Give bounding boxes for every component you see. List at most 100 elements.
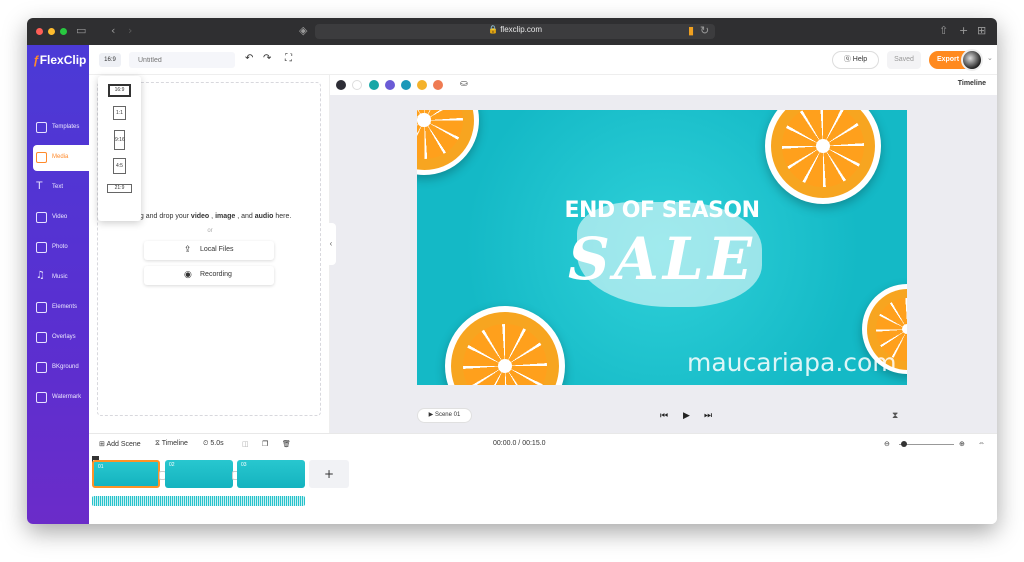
fullscreen-icon[interactable]: ⛶ <box>285 53 292 64</box>
recording-button[interactable]: ◉ Recording <box>144 266 274 285</box>
timeline-tab[interactable]: Timeline <box>958 80 986 87</box>
color-swatch[interactable] <box>417 80 427 90</box>
forward-icon[interactable]: › <box>128 24 132 37</box>
sidebar-item-bkground[interactable]: BKground <box>27 355 89 381</box>
add-scene-label: Add Scene <box>106 441 141 448</box>
avatar[interactable] <box>961 49 983 71</box>
tab-overview-icon[interactable]: ⊞ <box>977 24 986 37</box>
chevron-down-icon[interactable]: ⌄ <box>987 54 993 62</box>
sidebar-item-text[interactable]: T Text <box>27 175 89 201</box>
duplicate-icon[interactable]: ❐ <box>262 440 268 448</box>
close-window-button[interactable] <box>36 28 43 35</box>
sidebar-item-video[interactable]: Video <box>27 205 89 231</box>
scene-clip[interactable]: 03 <box>237 460 305 488</box>
sidebar-item-overlays[interactable]: Overlays <box>27 325 89 351</box>
address-bar[interactable]: 🔒 flexclip.com <box>315 24 715 39</box>
skip-forward-icon[interactable]: ⏭ <box>704 411 712 421</box>
ratio-option-16-9[interactable]: 16:9 <box>109 85 130 96</box>
ratio-option-9-16[interactable]: 9:16 <box>114 130 125 150</box>
elements-icon <box>36 302 47 313</box>
fit-width-icon[interactable]: ⇔ <box>978 440 985 447</box>
logo-mark: ƒ <box>33 53 40 67</box>
collapse-panel-button[interactable]: ‹ <box>326 223 336 265</box>
recording-label: Recording <box>200 271 232 278</box>
audio-wave-icon[interactable]: ⧗ <box>892 411 898 421</box>
sidebar-item-label: Photo <box>52 244 68 250</box>
sidebar-item-music[interactable]: ♫ Music <box>27 265 89 291</box>
drop-text-suffix: here. <box>273 213 292 220</box>
scene-clip[interactable]: 02 <box>165 460 233 488</box>
sidebar-item-label: Media <box>52 154 69 160</box>
sidebar-item-elements[interactable]: Elements <box>27 295 89 321</box>
paint-bucket-icon[interactable]: ⛀ <box>460 79 468 89</box>
shield-icon[interactable]: ◈ <box>299 24 307 37</box>
logo-text: FlexClip <box>39 53 87 67</box>
browser-window: ▭ ‹ › ◈ 🔒 flexclip.com ▮ ↻ ⇧ + ⊞ ƒFlexCl… <box>27 18 997 524</box>
skip-back-icon[interactable]: ⏮ <box>660 411 668 421</box>
undo-icon[interactable]: ↶ <box>245 53 253 64</box>
color-swatch[interactable] <box>385 80 395 90</box>
watermark-text: maucariapa.com <box>687 348 897 377</box>
new-tab-icon[interactable]: + <box>959 24 968 37</box>
add-scene-button[interactable]: ⊞ Add Scene <box>99 440 141 448</box>
headline-end-of-season[interactable]: END OF SEASON <box>417 198 907 223</box>
sidebar-item-media[interactable]: Media <box>33 145 89 171</box>
media-icon <box>36 152 47 163</box>
or-divider: or <box>207 228 213 234</box>
sidebar: ƒFlexClip Templates Media T Text Video P… <box>27 45 89 524</box>
ratio-option-1-1[interactable]: 1:1 <box>113 106 126 120</box>
color-swatch[interactable] <box>401 80 411 90</box>
color-toolbar: ⛀ Timeline <box>330 75 997 95</box>
canvas-area: ⛀ Timeline ‹ END OF SEASON SALE maucaria… <box>326 75 997 433</box>
sidebar-item-templates[interactable]: Templates <box>27 115 89 141</box>
sidebar-item-label: Overlays <box>52 334 76 340</box>
headline-sale[interactable]: SALE <box>417 225 907 293</box>
playback-time: 00:00.0 / 00:15.0 <box>493 440 546 447</box>
sidebar-item-label: Watermark <box>52 394 82 400</box>
url-text: 🔒 flexclip.com <box>488 25 542 34</box>
templates-icon <box>36 122 47 133</box>
help-button[interactable]: ⓠ Help <box>832 51 879 69</box>
back-icon[interactable]: ‹ <box>111 24 115 37</box>
ratio-option-4-5[interactable]: 4:5 <box>113 158 126 174</box>
sidebar-toggle-icon[interactable]: ▭ <box>76 24 86 37</box>
zoom-out-icon[interactable]: ⊖ <box>884 440 890 448</box>
ratio-option-21-9[interactable]: 21:9 <box>107 184 132 193</box>
add-clip-button[interactable]: + <box>309 460 349 488</box>
color-swatch[interactable] <box>336 80 346 90</box>
maximize-window-button[interactable] <box>60 28 67 35</box>
zoom-slider-track[interactable] <box>899 444 954 445</box>
duration-label: 5.0s <box>210 440 224 447</box>
trash-icon[interactable]: 🗑 <box>282 440 291 448</box>
project-title-input[interactable] <box>129 52 235 68</box>
play-icon[interactable]: ▶ <box>683 411 690 421</box>
local-files-button[interactable]: ⇪ Local Files <box>144 241 274 260</box>
color-swatch[interactable] <box>433 80 443 90</box>
audio-track[interactable] <box>92 496 305 506</box>
timeline-track: 01 02 03 + <box>89 454 997 524</box>
color-swatch[interactable] <box>369 80 379 90</box>
help-label: Help <box>852 56 868 63</box>
aspect-ratio-menu: 16:9 1:1 9:16 4:5 21:9 <box>98 76 141 221</box>
music-icon: ♫ <box>36 270 45 281</box>
timeline-button[interactable]: ⧖ Timeline <box>155 440 188 448</box>
share-icon[interactable]: ⇧ <box>939 24 948 37</box>
scene-label[interactable]: ▶ Scene 01 <box>417 408 472 423</box>
color-swatch[interactable] <box>352 80 362 90</box>
redo-icon[interactable]: ↷ <box>263 53 271 64</box>
sidebar-item-photo[interactable]: Photo <box>27 235 89 261</box>
aspect-ratio-button[interactable]: 16:9 <box>99 53 121 67</box>
split-icon[interactable]: ◫ <box>242 440 249 448</box>
zoom-in-icon[interactable]: ⊕ <box>959 440 965 448</box>
video-preview[interactable]: END OF SEASON SALE maucariapa.com <box>417 110 907 385</box>
zoom-slider-handle[interactable] <box>901 441 907 447</box>
background-icon <box>36 362 47 373</box>
duration-button[interactable]: ⏲ 5.0s <box>203 440 224 448</box>
minimize-window-button[interactable] <box>48 28 55 35</box>
reload-icon[interactable]: ↻ <box>700 24 709 37</box>
sidebar-item-watermark[interactable]: Watermark <box>27 385 89 411</box>
mic-icon[interactable]: ▮ <box>688 24 694 37</box>
upload-icon: ⇪ <box>184 245 192 255</box>
scene-clip[interactable]: 01 <box>92 460 160 488</box>
app-logo[interactable]: ƒFlexClip <box>33 53 86 67</box>
